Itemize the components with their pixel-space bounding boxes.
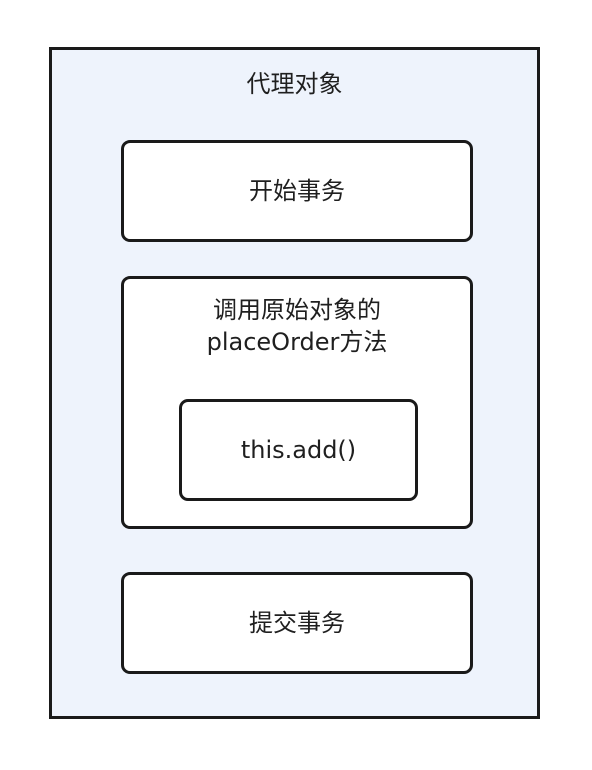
proxy-object-container: 代理对象 开始事务 调用原始对象的 placeOrder方法 this.add(… bbox=[49, 47, 540, 719]
call-original-method-box: 调用原始对象的 placeOrder方法 this.add() bbox=[121, 276, 473, 529]
proxy-object-title: 代理对象 bbox=[246, 70, 343, 98]
commit-transaction-label: 提交事务 bbox=[249, 609, 345, 637]
call-original-line1: 调用原始对象的 bbox=[213, 296, 381, 324]
call-original-line2: placeOrder方法 bbox=[206, 328, 388, 356]
this-add-box: this.add() bbox=[179, 399, 418, 501]
start-transaction-box: 开始事务 bbox=[121, 140, 473, 242]
call-original-method-label: 调用原始对象的 placeOrder方法 bbox=[124, 294, 470, 358]
start-transaction-label: 开始事务 bbox=[249, 177, 345, 205]
commit-transaction-box: 提交事务 bbox=[121, 572, 473, 674]
this-add-label: this.add() bbox=[240, 436, 357, 464]
